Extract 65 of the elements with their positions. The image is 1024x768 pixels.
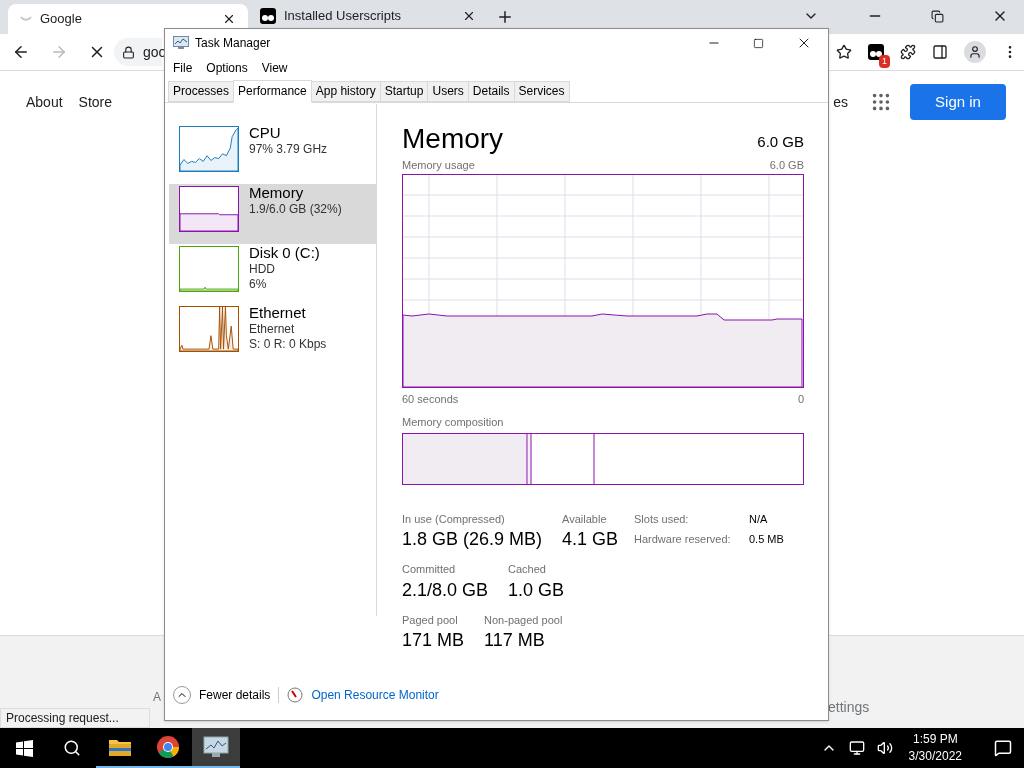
resource-name: Memory — [249, 184, 305, 202]
resource-monitor-link[interactable]: Open Resource Monitor — [311, 686, 439, 704]
axis-label: 0 — [797, 391, 804, 407]
tab[interactable]: Details — [467, 81, 515, 102]
menu-item[interactable]: View — [261, 59, 288, 77]
nav-link[interactable]: es — [833, 94, 848, 110]
resource-detail: 1.9/6.0 GB (32%) — [249, 202, 342, 217]
tab[interactable]: Performance — [233, 80, 312, 103]
resource-detail: Ethernet — [249, 322, 296, 337]
sign-in-button[interactable]: Sign in — [910, 84, 1006, 120]
footer-link[interactable]: A — [153, 690, 161, 704]
fewer-details-button[interactable]: Fewer details — [173, 686, 271, 704]
resource-detail: HDD — [249, 262, 276, 277]
resource-name: Disk 0 (C:) — [249, 244, 320, 262]
extension-badge: 1 — [879, 54, 890, 68]
stat-label: Available — [562, 511, 608, 527]
nav-link[interactable]: Store — [78, 84, 113, 120]
resource-name: CPU — [249, 124, 282, 142]
tab[interactable]: Services — [513, 81, 570, 102]
stat-value: 4.1 GB — [562, 528, 619, 551]
resource-item[interactable]: CPU 97% 3.79 GHz — [169, 124, 376, 184]
tab[interactable]: App history — [310, 81, 381, 102]
stat-value: 117 MB — [484, 629, 546, 652]
browser-tab[interactable]: Google — [8, 4, 248, 34]
tab-title: Google — [40, 10, 83, 29]
stat-label: Hardware reserved: — [634, 532, 732, 547]
graph-max-label: 6.0 GB — [769, 158, 804, 173]
tab[interactable]: Users — [427, 81, 469, 102]
stat-label: Paged pool — [402, 612, 459, 628]
resource-detail: 97% 3.79 GHz — [249, 142, 328, 157]
resource-item[interactable]: Disk 0 (C:) HDD 6% — [169, 244, 376, 304]
stat-value: 2.1/8.0 GB — [402, 578, 489, 602]
stat-label: Committed — [402, 562, 457, 577]
menu-item[interactable]: Options — [206, 59, 248, 77]
clock-time: 1:59 PM — [912, 731, 958, 748]
tab[interactable]: Startup — [379, 81, 429, 102]
stat-value: 1.0 GB — [508, 578, 565, 602]
stat-label: Slots used: — [634, 511, 690, 527]
resource-title: Memory — [402, 123, 504, 155]
resource-item[interactable]: Memory 1.9/6.0 GB (32%) — [169, 184, 376, 244]
tab[interactable]: Processes — [168, 81, 235, 102]
clock[interactable]: 1:59 PM 3/30/2022 — [904, 731, 966, 765]
status-text: Processing request... — [0, 708, 150, 728]
resource-detail: S: 0 R: 0 Kbps — [249, 337, 327, 352]
nav-link[interactable]: About — [26, 84, 63, 120]
capacity-text: 6.0 GB — [757, 131, 804, 152]
graph-label: Memory composition — [402, 415, 505, 430]
stat-label: In use (Compressed) — [402, 511, 506, 527]
graph-label: Memory usage — [402, 158, 475, 173]
footer-link[interactable]: ettings — [828, 697, 870, 718]
stat-value: 0.5 MB — [749, 532, 784, 547]
browser-tab[interactable]: Installed Userscripts — [248, 4, 488, 27]
stat-label: Cached — [508, 562, 547, 577]
stat-value: 171 MB — [402, 629, 465, 652]
stat-value: 1.8 GB (26.9 MB) — [402, 528, 543, 551]
window-title: Task Manager — [195, 35, 271, 52]
resource-name: Ethernet — [249, 304, 307, 322]
menu-item[interactable]: File — [173, 59, 193, 77]
resource-detail: 6% — [249, 277, 268, 292]
resource-item[interactable]: Ethernet Ethernet S: 0 R: 0 Kbps — [169, 304, 376, 364]
tab-title: Installed Userscripts — [284, 6, 403, 25]
stat-label: Non-paged pool — [484, 612, 563, 628]
axis-label: 60 seconds — [402, 391, 459, 407]
stat-value: N/A — [749, 511, 769, 527]
clock-date: 3/30/2022 — [908, 748, 962, 765]
